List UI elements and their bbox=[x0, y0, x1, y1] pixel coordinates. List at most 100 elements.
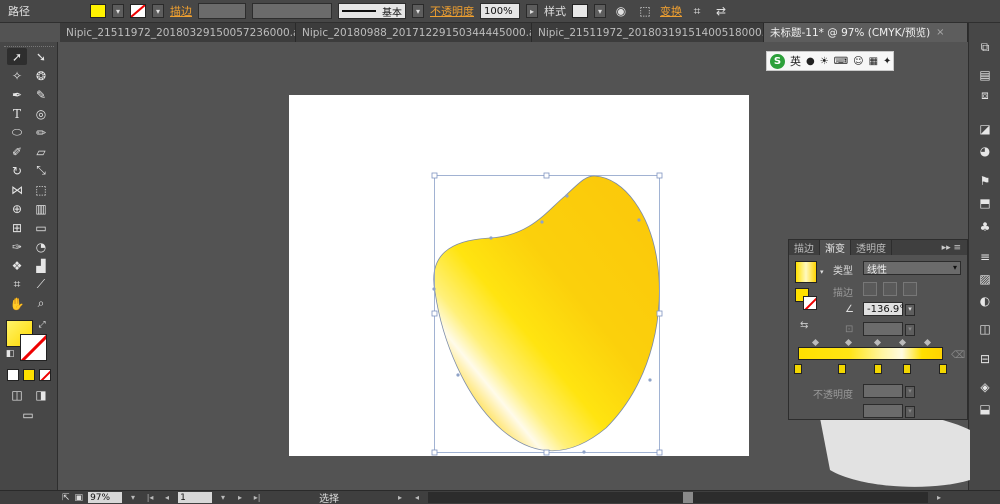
tab-gradient[interactable]: 渐变 bbox=[820, 240, 851, 255]
libraries-icon[interactable]: ◈ bbox=[977, 379, 993, 395]
status-menu-icon[interactable]: ▸ bbox=[394, 492, 406, 503]
type-tool-icon[interactable]: T bbox=[7, 105, 27, 122]
stroke-color-swatch[interactable] bbox=[20, 334, 47, 361]
share-icon[interactable]: ⇱ bbox=[62, 493, 70, 503]
isolate-icon[interactable]: ⌗ bbox=[688, 3, 706, 19]
lasso-icon[interactable]: ❂ bbox=[31, 67, 51, 84]
variable-width-field[interactable] bbox=[252, 3, 332, 19]
gradient-panel-icon[interactable]: ▨ bbox=[977, 271, 993, 287]
color-guide-icon[interactable]: ◕ bbox=[977, 143, 993, 159]
midpoint-diamond[interactable] bbox=[923, 338, 932, 347]
default-colors-icon[interactable]: ◧ bbox=[4, 348, 16, 360]
gpu-icon[interactable]: ▣ bbox=[75, 493, 84, 503]
page-field[interactable]: 1 bbox=[178, 492, 213, 503]
type-select[interactable]: 线性 bbox=[863, 261, 961, 276]
shirt-icon[interactable]: ▦ bbox=[869, 56, 878, 67]
hand-tool-icon[interactable]: ✋ bbox=[7, 295, 27, 312]
spiral-tool-icon[interactable]: ◎ bbox=[31, 105, 51, 122]
graphic-styles-icon[interactable]: ⬒ bbox=[977, 195, 993, 211]
style-dropdown[interactable]: ▾ bbox=[594, 4, 606, 18]
eyedropper-icon[interactable]: ✑ bbox=[7, 238, 27, 255]
person-icon[interactable]: ☺ bbox=[853, 56, 863, 67]
pencil-icon[interactable]: ✐ bbox=[7, 143, 27, 160]
gradient-mode-button[interactable] bbox=[23, 369, 35, 381]
eraser-icon[interactable]: ▱ bbox=[31, 143, 51, 160]
screen-mode-icon[interactable]: ▭ bbox=[18, 406, 38, 423]
trash-icon[interactable]: ⌫ bbox=[951, 350, 965, 361]
keyboard-icon[interactable]: ⌨ bbox=[834, 56, 848, 67]
opacity-dropdown[interactable]: ▸ bbox=[526, 4, 538, 18]
stroke-dropdown[interactable]: ▾ bbox=[152, 4, 164, 18]
aspect-ratio-field[interactable] bbox=[863, 322, 903, 336]
dot-icon[interactable]: ● bbox=[806, 56, 815, 67]
chevron-down-icon[interactable]: ▾ bbox=[905, 324, 915, 336]
ime-status-bar[interactable]: S 英 ● ☀ ⌨ ☺ ▦ ✦ bbox=[766, 51, 894, 71]
free-transform-icon[interactable]: ⬚ bbox=[31, 181, 51, 198]
close-icon[interactable]: × bbox=[936, 27, 944, 38]
ime-mode-label[interactable]: 英 bbox=[790, 53, 801, 69]
tab-doc-2[interactable]: Nipic_20180988_20171229150344445000.ai*× bbox=[296, 23, 532, 42]
last-page-icon[interactable]: ▸| bbox=[251, 492, 263, 503]
sun-icon[interactable]: ☀ bbox=[820, 56, 829, 67]
swap-colors-icon[interactable]: ⤢ bbox=[36, 319, 48, 331]
selection-tool-icon[interactable]: ➚ bbox=[7, 48, 27, 65]
tab-doc-1[interactable]: Nipic_21511972_20180329150057236000.ai*× bbox=[60, 23, 296, 42]
panel-menu-icon[interactable]: ▸▸ ≡ bbox=[942, 243, 961, 253]
magic-wand-icon[interactable]: ✧ bbox=[7, 67, 27, 84]
paintbrush-icon[interactable]: ✏ bbox=[31, 124, 51, 141]
layers-icon[interactable]: ⧉ bbox=[977, 39, 993, 55]
slice-tool-icon[interactable]: ⟋ bbox=[31, 276, 51, 293]
color-mode-button[interactable] bbox=[7, 369, 19, 381]
align-panel-icon[interactable]: ⊟ bbox=[977, 351, 993, 367]
stroke-gradient-within-icon[interactable] bbox=[863, 282, 877, 296]
transparency-icon[interactable]: ◐ bbox=[977, 293, 993, 309]
opacity-field[interactable] bbox=[863, 384, 903, 398]
next-page-icon[interactable]: ▸ bbox=[234, 492, 246, 503]
transform-icon[interactable]: ⚑ bbox=[977, 173, 993, 189]
gradient-stop[interactable] bbox=[902, 364, 911, 374]
tab-transparency[interactable]: 透明度 bbox=[851, 240, 892, 255]
gradient-slider[interactable] bbox=[798, 347, 943, 360]
scrollbar-thumb[interactable] bbox=[683, 492, 694, 503]
none-mode-button[interactable] bbox=[39, 369, 51, 381]
stroke-style-dropdown[interactable]: ▾ bbox=[412, 4, 424, 18]
artboard[interactable] bbox=[289, 95, 749, 456]
artboards-icon[interactable]: ▤ bbox=[977, 67, 993, 83]
midpoint-diamond[interactable] bbox=[811, 338, 820, 347]
transform-label[interactable]: 变换 bbox=[660, 3, 682, 19]
fill-dropdown[interactable]: ▾ bbox=[112, 4, 124, 18]
zoom-field[interactable]: 97% bbox=[88, 492, 123, 503]
reverse-gradient-icon[interactable]: ⇆ bbox=[800, 320, 808, 331]
first-page-icon[interactable]: |◂ bbox=[144, 492, 156, 503]
prev-page-icon[interactable]: ◂ bbox=[161, 492, 173, 503]
symbol-sprayer-icon[interactable]: ❖ bbox=[7, 257, 27, 274]
direct-selection-tool-icon[interactable]: ➘ bbox=[31, 48, 51, 65]
gradient-stop[interactable] bbox=[939, 364, 947, 374]
midpoint-diamond[interactable] bbox=[873, 338, 882, 347]
horizontal-scrollbar[interactable] bbox=[428, 492, 929, 503]
gradient-preview-swatch[interactable] bbox=[795, 261, 817, 283]
stroke-gradient-across-icon[interactable] bbox=[903, 282, 917, 296]
gradient-tool-icon[interactable]: ▭ bbox=[31, 219, 51, 236]
gradient-stop[interactable] bbox=[794, 364, 802, 374]
symbols-icon[interactable]: ♣ bbox=[977, 219, 993, 235]
midpoint-diamond[interactable] bbox=[844, 338, 853, 347]
stroke-mini-swatch[interactable] bbox=[803, 296, 817, 310]
appearance-icon[interactable]: ◪ bbox=[977, 121, 993, 137]
curvature-tool-icon[interactable]: ✎ bbox=[31, 86, 51, 103]
gradient-stop[interactable] bbox=[837, 364, 846, 374]
chevron-down-icon[interactable]: ▾ bbox=[905, 304, 915, 316]
shape-builder-icon[interactable]: ⊕ bbox=[7, 200, 27, 217]
pen-tool-icon[interactable]: ✒ bbox=[7, 86, 27, 103]
artboard-tool-icon[interactable]: ⌗ bbox=[7, 276, 27, 293]
status-text[interactable]: 选择 bbox=[319, 490, 389, 504]
rotate-tool-icon[interactable]: ↻ bbox=[7, 162, 27, 179]
tab-doc-active[interactable]: 未标题-11* @ 97% (CMYK/预览) × bbox=[764, 23, 968, 42]
scroll-left-icon[interactable]: ◂ bbox=[411, 492, 423, 503]
zoom-tool-icon[interactable]: ⌕ bbox=[31, 295, 51, 312]
perspective-grid-icon[interactable]: ▥ bbox=[31, 200, 51, 217]
graph-tool-icon[interactable]: ▟ bbox=[31, 257, 51, 274]
links-icon[interactable]: ⧈ bbox=[977, 87, 993, 103]
recolor-icon[interactable]: ◉ bbox=[612, 3, 630, 19]
stroke-swatch[interactable] bbox=[130, 4, 146, 18]
